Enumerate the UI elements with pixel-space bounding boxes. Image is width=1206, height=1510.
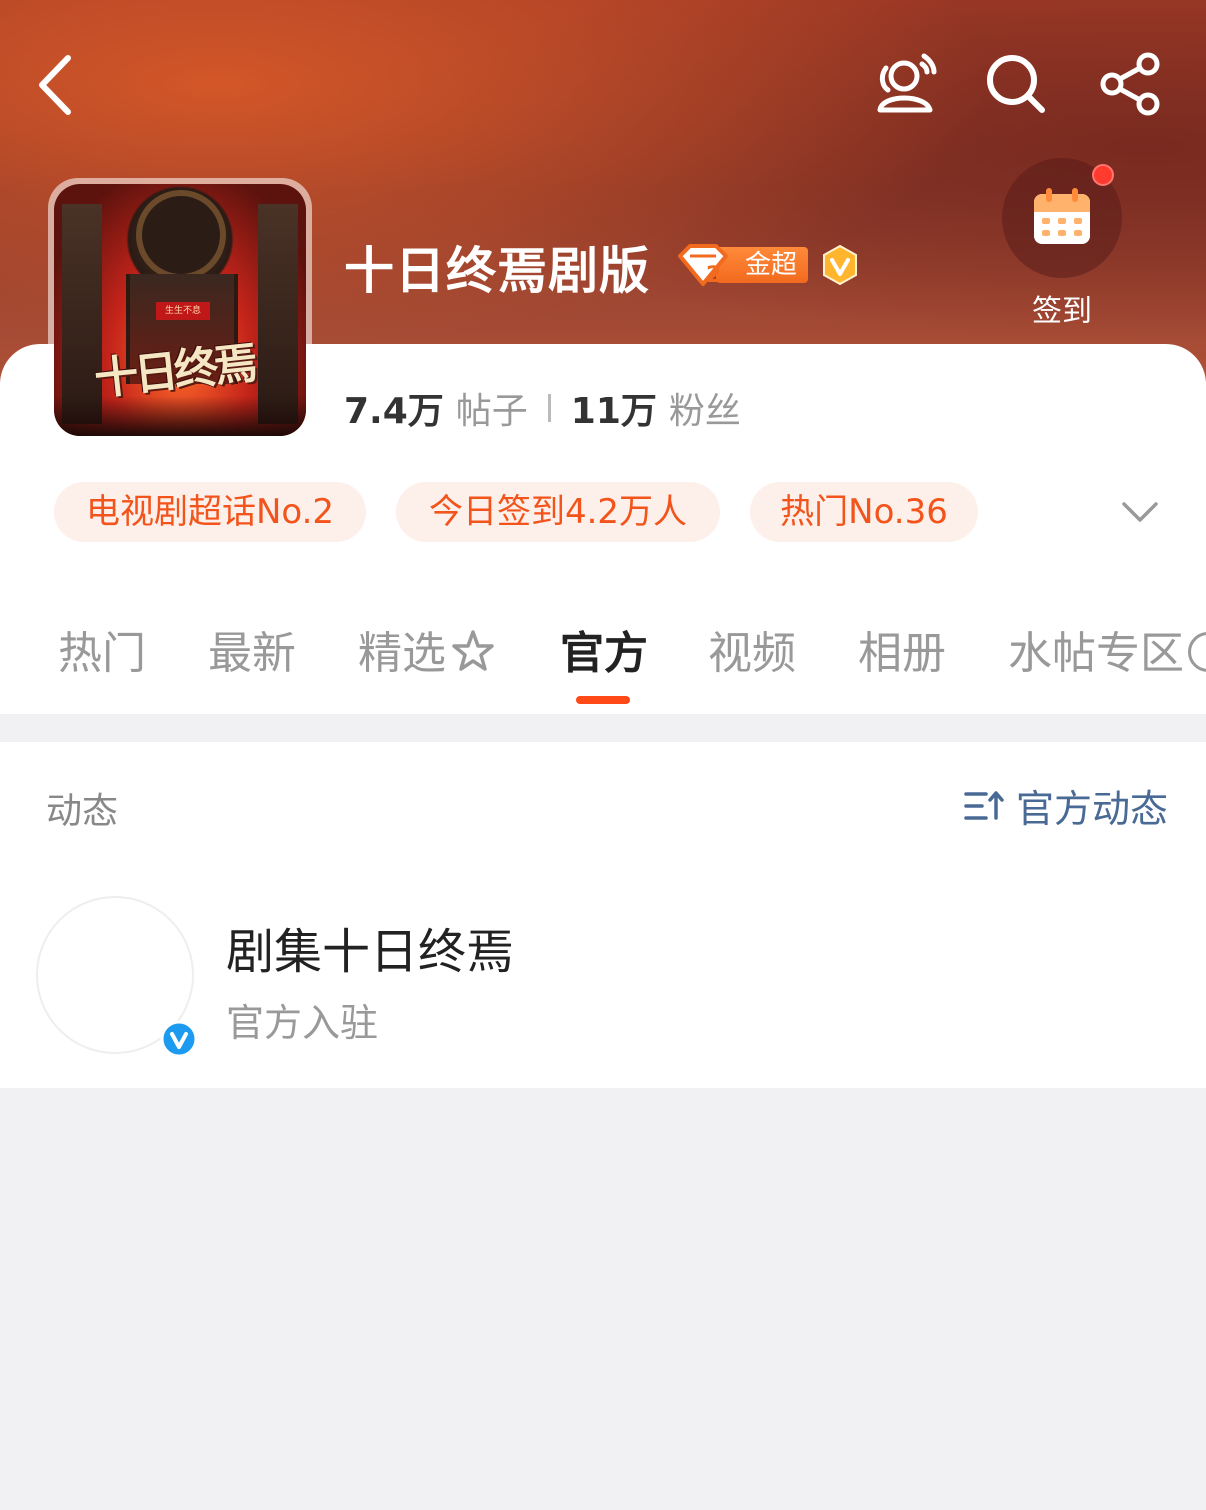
follow-notify-button[interactable] <box>872 48 944 120</box>
stats-divider <box>547 394 551 422</box>
user-broadcast-icon <box>877 53 937 113</box>
verified-v-icon <box>820 244 860 286</box>
tab-latest[interactable]: 最新 <box>208 624 296 684</box>
level-number: 2 <box>706 263 721 288</box>
fans-label: 粉丝 <box>668 391 741 432</box>
search-button[interactable] <box>980 48 1052 120</box>
list-item[interactable]: 剧集十日终焉 官方入驻 <box>0 892 1206 1062</box>
active-tab-indicator <box>576 696 630 704</box>
topic-cover-image[interactable]: 生生不息 十日终焉 <box>48 178 312 442</box>
cover-sign: 生生不息 <box>156 302 210 320</box>
topic-title: 十日终焉剧版 <box>344 242 650 300</box>
tag-hot-rank[interactable]: 热门No.36 <box>750 482 978 542</box>
chevron-down-icon <box>1122 502 1158 522</box>
section-divider <box>0 714 1206 742</box>
tab-featured[interactable]: 精选 <box>358 624 496 684</box>
tab-album[interactable]: 相册 <box>858 624 946 684</box>
verified-v-icon <box>160 1020 198 1058</box>
level-badge[interactable]: 金超 2 <box>676 242 808 288</box>
share-button[interactable] <box>1096 48 1168 120</box>
tag-checkin-count[interactable]: 今日签到4.2万人 <box>396 482 720 542</box>
share-icon <box>1100 52 1160 116</box>
tab-featured-label: 精选 <box>358 628 446 679</box>
notification-dot <box>1092 164 1114 186</box>
account-subtitle: 官方入驻 <box>226 1001 379 1045</box>
search-icon <box>987 55 1045 113</box>
tab-hot[interactable]: 热门 <box>58 624 146 684</box>
feed-tabs: 热门 最新 精选 官方 视频 相册 水帖专区 <box>0 610 1206 710</box>
posts-count: 7.4万 <box>344 391 444 432</box>
tab-chat-zone[interactable]: 水帖专区 <box>1008 624 1206 684</box>
tag-rank-tv[interactable]: 电视剧超话No.2 <box>54 482 366 542</box>
feed-filter-button[interactable]: 官方动态 <box>964 778 1168 833</box>
cover-poster: 生生不息 十日终焉 <box>54 184 306 436</box>
feed-filter-label: 官方动态 <box>1015 787 1168 831</box>
fans-count: 11万 <box>570 391 657 432</box>
cover-clock <box>136 190 226 280</box>
tab-video[interactable]: 视频 <box>708 624 796 684</box>
calendar-icon <box>1034 188 1090 244</box>
posts-label: 帖子 <box>455 391 528 432</box>
diamond-icon: 2 <box>676 242 730 288</box>
sort-icon <box>964 790 1004 820</box>
cover-ground <box>54 396 306 436</box>
account-name[interactable]: 剧集十日终焉 <box>226 912 514 982</box>
tab-official[interactable]: 官方 <box>560 624 648 684</box>
tab-chat-zone-label: 水帖专区 <box>1008 628 1184 679</box>
checkin-label[interactable]: 签到 <box>1002 286 1122 330</box>
chevron-left-icon <box>39 55 71 115</box>
feed-section-title: 动态 <box>46 791 119 832</box>
expand-tags-button[interactable] <box>1118 494 1162 530</box>
topic-stats: 7.4万 帖子 11万 粉丝 <box>344 380 741 436</box>
info-icon <box>1188 632 1206 672</box>
official-feed: 动态 官方动态 剧集十日终焉 官方入驻 <box>0 742 1206 1088</box>
sparkle-icon <box>450 628 496 674</box>
back-button[interactable] <box>30 50 90 120</box>
